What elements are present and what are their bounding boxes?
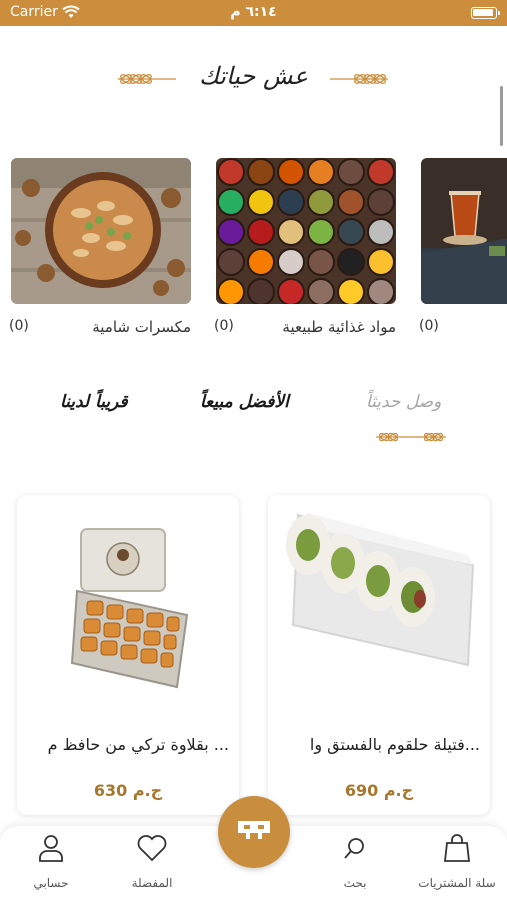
- product-tabs: وصل حديثاً الأفضل مبيعاً قريباً لدينا: [0, 392, 507, 452]
- nav-account-label: حسابي: [33, 876, 69, 890]
- battery-icon: [471, 7, 500, 19]
- product-name: فتيلة حلقوم بالفستق وا...: [309, 735, 480, 754]
- category-count: (0): [9, 318, 29, 334]
- nav-favorites[interactable]: المفضلة: [107, 832, 197, 890]
- tab-best-sellers[interactable]: الأفضل مبيعاً: [200, 392, 289, 412]
- wheat-ornament-icon: [374, 428, 448, 450]
- nav-search[interactable]: بحث: [310, 832, 400, 890]
- category-image-spices: [216, 158, 396, 304]
- product-name: بقلاوة تركي من حافظ م ...: [47, 735, 229, 754]
- product-card[interactable]: فتيلة حلقوم بالفستق وا... 690 ج.م: [268, 495, 490, 815]
- header-slogan: عش حياتك: [0, 56, 507, 106]
- category-carousel[interactable]: مكسرات شامية (0) مواد غذائية طبيعية (0): [0, 158, 507, 348]
- category-card-tea[interactable]: (0): [419, 158, 507, 334]
- nav-cart-label: سلة المشتريات: [418, 876, 496, 890]
- wheat-ornament-icon: [328, 66, 390, 96]
- shopping-bag-icon: [412, 832, 502, 864]
- nav-search-label: بحث: [343, 876, 367, 890]
- category-label-row: مواد غذائية طبيعية (0): [214, 318, 396, 340]
- nav-account[interactable]: حسابي: [6, 832, 96, 890]
- category-count: (0): [419, 318, 439, 334]
- tab-coming-soon[interactable]: قريباً لدينا: [60, 392, 128, 412]
- category-count: (0): [214, 318, 234, 334]
- category-image-tea: [421, 158, 507, 304]
- scroll-indicator[interactable]: [500, 86, 503, 146]
- search-icon: [310, 832, 400, 864]
- product-image-turkish-delight: [268, 495, 490, 715]
- nav-cart[interactable]: سلة المشتريات: [412, 832, 502, 890]
- product-card[interactable]: بقلاوة تركي من حافظ م ... 630 ج.م: [17, 495, 239, 815]
- heart-icon: [107, 832, 197, 864]
- category-image-nuts: [11, 158, 191, 304]
- user-icon: [6, 832, 96, 864]
- product-image-baklava: [17, 495, 239, 715]
- category-name: مواد غذائية طبيعية: [282, 318, 396, 336]
- nav-favorites-label: المفضلة: [131, 876, 173, 890]
- category-card-nuts[interactable]: مكسرات شامية (0): [9, 158, 191, 336]
- home-center-button[interactable]: [218, 796, 290, 868]
- tab-new-arrivals[interactable]: وصل حديثاً: [366, 392, 441, 412]
- clock: ٦:١٤ م: [230, 4, 277, 20]
- category-label-row: مكسرات شامية (0): [9, 318, 191, 340]
- brand-logo-icon: [234, 815, 274, 849]
- slogan-text: عش حياتك: [199, 62, 308, 90]
- category-card-spices[interactable]: مواد غذائية طبيعية (0): [214, 158, 396, 336]
- category-label-row: (0): [419, 318, 507, 340]
- product-price: 630 ج.م: [93, 781, 163, 800]
- category-name: مكسرات شامية: [92, 318, 191, 336]
- product-price: 690 ج.م: [344, 781, 414, 800]
- status-bar: Carrier ٦:١٤ م: [0, 0, 507, 26]
